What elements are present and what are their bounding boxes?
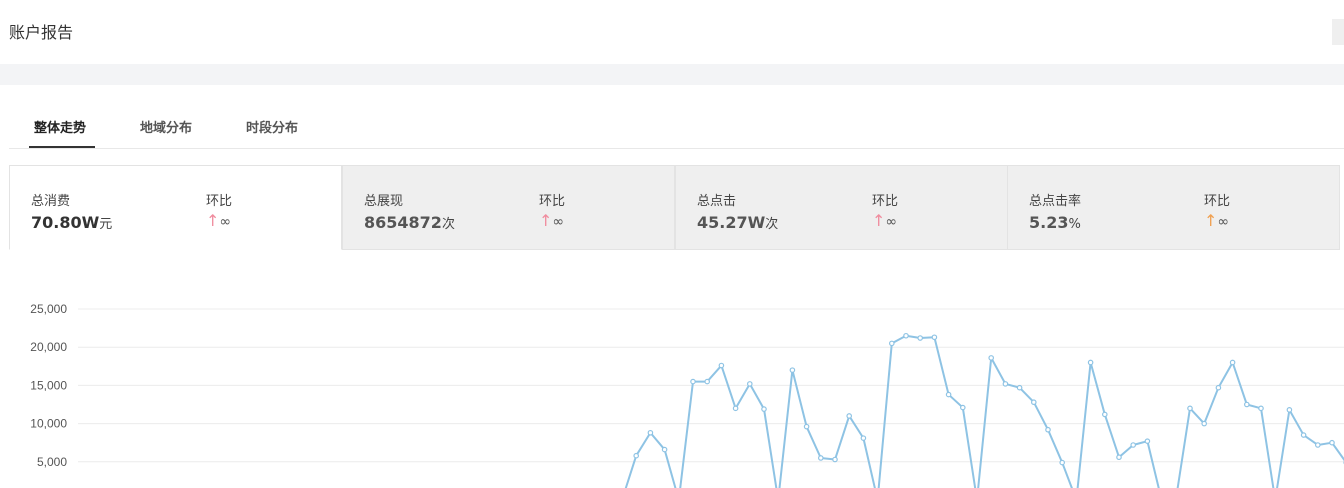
metric-label: 总消费 (31, 194, 71, 209)
y-tick-label: 15,000 (30, 378, 67, 392)
data-point[interactable] (704, 378, 711, 385)
data-point[interactable] (888, 340, 895, 347)
data-point[interactable] (1144, 438, 1151, 444)
compare-label: 环比 (539, 194, 566, 209)
data-point[interactable] (1187, 405, 1193, 412)
metric-label: 总展现 (364, 194, 404, 209)
compare-value: ↑∞ (1204, 211, 1230, 230)
data-point[interactable] (1286, 407, 1293, 413)
data-point[interactable] (1002, 381, 1009, 387)
data-point[interactable] (988, 355, 995, 361)
compare-value: ↑∞ (872, 211, 898, 230)
data-point[interactable] (959, 404, 966, 411)
y-tick-label: 10,000 (30, 417, 67, 431)
active-tab-indicator (29, 146, 95, 148)
metric-cards: 总消费 70.80W元 环比 ↑∞ 总展现 8654872次 环比 ↑∞ 总点击… (9, 165, 1344, 250)
data-point[interactable] (931, 334, 938, 341)
y-tick-label: 25,000 (30, 302, 67, 316)
y-tick-label: 20,000 (30, 340, 67, 354)
metric-unit: 元 (99, 217, 113, 232)
y-tick-label: 5,000 (37, 455, 67, 469)
data-point[interactable] (647, 429, 654, 436)
data-point[interactable] (1329, 439, 1335, 446)
tab-overall-trend[interactable]: 整体走势 (34, 117, 86, 136)
compare-label: 环比 (206, 194, 233, 209)
data-point[interactable] (1300, 432, 1307, 438)
compare-label: 环比 (872, 194, 899, 209)
data-point[interactable] (661, 446, 668, 453)
metric-unit: 次 (765, 217, 779, 232)
data-point[interactable] (789, 367, 796, 373)
data-point[interactable] (1102, 411, 1108, 418)
metric-value: 45.27W次 (697, 213, 779, 232)
data-point[interactable] (732, 405, 739, 412)
data-point[interactable] (1201, 420, 1208, 427)
data-point[interactable] (846, 413, 853, 419)
top-bar: 账户报告 (0, 0, 1344, 64)
data-point[interactable] (917, 335, 924, 341)
arrow-up-icon: ↑ (1204, 211, 1218, 230)
metric-total-cost[interactable]: 总消费 70.80W元 环比 ↑∞ (9, 165, 342, 250)
metric-total-clicks[interactable]: 总点击 45.27W次 环比 ↑∞ (675, 165, 1008, 250)
data-point[interactable] (1258, 405, 1264, 412)
data-point[interactable] (832, 456, 838, 463)
data-point[interactable] (860, 435, 867, 441)
top-right-control[interactable] (1332, 19, 1344, 45)
data-point[interactable] (1229, 359, 1236, 366)
data-point[interactable] (1016, 384, 1023, 391)
data-point[interactable] (903, 332, 909, 339)
arrow-up-icon: ↑ (872, 211, 886, 230)
data-point[interactable] (803, 423, 810, 430)
metric-label: 总点击率 (1029, 194, 1082, 209)
data-point[interactable] (1244, 401, 1250, 408)
data-point[interactable] (1031, 399, 1037, 406)
metric-total-impressions[interactable]: 总展现 8654872次 环比 ↑∞ (342, 165, 675, 250)
compare-value: ↑∞ (206, 211, 232, 230)
trend-chart: 25,000 20,000 15,000 10,000 5,000 (0, 290, 1344, 488)
tab-region-distribution[interactable]: 地域分布 (140, 117, 192, 136)
arrow-up-icon: ↑ (539, 211, 553, 230)
series-line (624, 334, 1344, 488)
metric-total-ctr[interactable]: 总点击率 5.23% 环比 ↑∞ (1007, 165, 1340, 250)
metric-unit: % (1068, 217, 1081, 232)
data-point[interactable] (1215, 384, 1222, 391)
tab-time-distribution[interactable]: 时段分布 (246, 117, 298, 136)
metric-value: 70.80W元 (31, 213, 113, 232)
trend-chart-svg: 25,000 20,000 15,000 10,000 5,000 (30, 302, 1344, 488)
metric-label: 总点击 (697, 194, 737, 209)
data-point[interactable] (718, 362, 725, 369)
data-point[interactable] (1059, 459, 1066, 466)
data-point[interactable] (1130, 442, 1137, 448)
arrow-up-icon: ↑ (206, 211, 220, 230)
metric-value: 5.23% (1029, 213, 1081, 232)
compare-value: ↑∞ (539, 211, 565, 230)
data-point[interactable] (746, 381, 753, 387)
data-point[interactable] (1116, 454, 1122, 461)
section-divider (0, 64, 1344, 85)
data-point[interactable] (1087, 359, 1094, 366)
report-tabs: 整体走势 地域分布 时段分布 (9, 100, 1344, 149)
data-point[interactable] (945, 391, 952, 398)
page-title: 账户报告 (9, 23, 74, 42)
data-point[interactable] (633, 452, 640, 459)
metric-unit: 次 (441, 217, 455, 232)
compare-label: 环比 (1204, 194, 1231, 209)
data-point[interactable] (1315, 442, 1321, 448)
data-point[interactable] (690, 378, 696, 385)
data-point[interactable] (1045, 426, 1051, 433)
data-point[interactable] (817, 455, 824, 461)
data-point[interactable] (761, 406, 767, 412)
metric-value: 8654872次 (364, 213, 455, 232)
